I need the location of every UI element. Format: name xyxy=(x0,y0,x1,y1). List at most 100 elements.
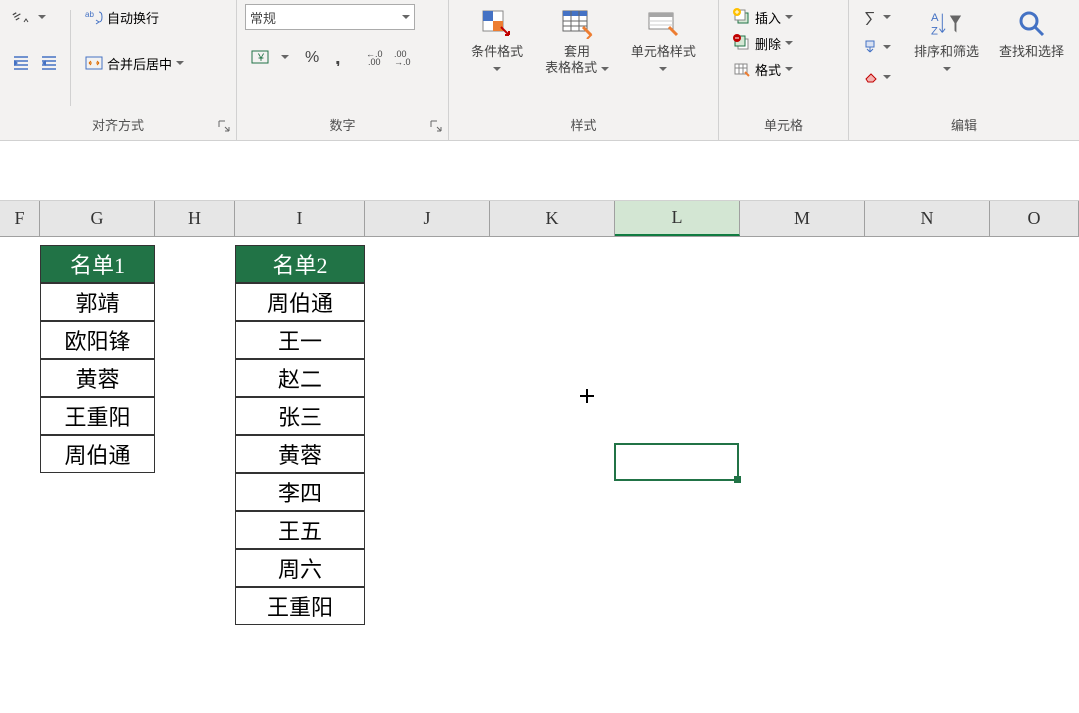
list-item[interactable]: 王重阳 xyxy=(235,587,365,625)
number-dialog-launcher[interactable] xyxy=(430,120,444,134)
svg-text:Z: Z xyxy=(931,25,938,37)
svg-text:￥: ￥ xyxy=(256,53,266,64)
eraser-icon xyxy=(863,69,879,85)
cell-styles-icon xyxy=(647,8,679,40)
insert-label: 插入 xyxy=(755,8,781,27)
find-select-label: 查找和选择 xyxy=(999,44,1064,59)
editing-group-label: 编辑 xyxy=(857,112,1071,138)
insert-icon xyxy=(733,8,751,26)
ribbon: ab 自动换行 合并后居中 对齐方式 常规 ￥ xyxy=(0,0,1079,141)
column-header-L[interactable]: L xyxy=(615,201,740,236)
orientation-dropdown[interactable] xyxy=(36,4,48,30)
column-header-I[interactable]: I xyxy=(235,201,365,236)
format-icon xyxy=(733,60,751,78)
column-header-H[interactable]: H xyxy=(155,201,235,236)
format-label: 格式 xyxy=(755,60,781,79)
spreadsheet-grid[interactable]: FGHIJKLMNO 名单1郭靖欧阳锋黄蓉王重阳周伯通名单2周伯通王一赵二张三黄… xyxy=(0,201,1079,713)
cells-group-label: 单元格 xyxy=(727,112,840,138)
list-item[interactable]: 王五 xyxy=(235,511,365,549)
svg-text:∑: ∑ xyxy=(864,10,875,25)
fill-handle[interactable] xyxy=(734,476,741,483)
list-item[interactable]: 郭靖 xyxy=(40,283,155,321)
find-select-icon xyxy=(1016,8,1048,40)
orientation-button[interactable] xyxy=(8,4,34,30)
cells-area[interactable]: 名单1郭靖欧阳锋黄蓉王重阳周伯通名单2周伯通王一赵二张三黄蓉李四王五周六王重阳 xyxy=(0,237,1079,713)
list-item[interactable]: 王重阳 xyxy=(40,397,155,435)
number-format-combo[interactable]: 常规 xyxy=(245,4,415,30)
sigma-icon: ∑ xyxy=(863,9,879,25)
svg-text:ab: ab xyxy=(85,10,94,19)
column-header-O[interactable]: O xyxy=(990,201,1079,236)
alignment-dialog-launcher[interactable] xyxy=(218,120,232,134)
fill-button[interactable] xyxy=(857,34,901,60)
ribbon-group-number: 常规 ￥ % , ←.0.00 .00→.0 xyxy=(237,0,449,140)
format-as-table-button[interactable]: 套用 表格格式 xyxy=(537,4,617,80)
list-item[interactable]: 张三 xyxy=(235,397,365,435)
list-item[interactable]: 赵二 xyxy=(235,359,365,397)
find-select-button[interactable]: 查找和选择 xyxy=(992,4,1071,64)
wrap-text-label: 自动换行 xyxy=(107,8,159,27)
delete-label: 删除 xyxy=(755,34,781,53)
conditional-format-icon xyxy=(481,8,513,40)
list-item[interactable]: 李四 xyxy=(235,473,365,511)
ribbon-group-cells: 插入 删除 格式 单元格 xyxy=(719,0,849,140)
accounting-dropdown[interactable] xyxy=(281,55,289,60)
percent-button[interactable]: % xyxy=(299,44,325,70)
merge-center-label: 合并后居中 xyxy=(107,54,172,73)
formula-bar-area xyxy=(0,141,1079,201)
ribbon-group-styles: 条件格式 套用 表格格式 单元格样式 样式 xyxy=(449,0,719,140)
insert-button[interactable]: 插入 xyxy=(727,4,799,30)
decrease-indent-button[interactable] xyxy=(8,50,34,76)
delete-button[interactable]: 删除 xyxy=(727,30,799,56)
comma-button[interactable]: , xyxy=(327,44,353,70)
column-header-N[interactable]: N xyxy=(865,201,990,236)
alignment-group-label: 对齐方式 xyxy=(8,112,228,138)
list-item[interactable]: 欧阳锋 xyxy=(40,321,155,359)
svg-text:A: A xyxy=(931,12,939,24)
cell-styles-label: 单元格样式 xyxy=(631,44,696,59)
ribbon-group-alignment: ab 自动换行 合并后居中 对齐方式 xyxy=(0,0,237,140)
increase-indent-button[interactable] xyxy=(36,50,62,76)
list-header[interactable]: 名单1 xyxy=(40,245,155,283)
list-item[interactable]: 周伯通 xyxy=(40,435,155,473)
svg-text:%: % xyxy=(305,49,319,66)
wrap-text-button[interactable]: ab 自动换行 xyxy=(79,4,190,30)
merge-center-button[interactable]: 合并后居中 xyxy=(79,50,190,76)
decrease-decimal-button[interactable]: .00→.0 xyxy=(391,44,417,70)
svg-text:,: , xyxy=(335,48,341,66)
autosum-button[interactable]: ∑ xyxy=(857,4,901,30)
column-headers-row: FGHIJKLMNO xyxy=(0,201,1079,237)
accounting-format-button[interactable]: ￥ xyxy=(245,44,279,70)
delete-icon xyxy=(733,34,751,52)
sort-filter-label: 排序和筛选 xyxy=(914,44,979,59)
list-item[interactable]: 王一 xyxy=(235,321,365,359)
styles-group-label: 样式 xyxy=(457,112,710,138)
sort-filter-button[interactable]: AZ 排序和筛选 xyxy=(907,4,986,80)
column-header-K[interactable]: K xyxy=(490,201,615,236)
number-format-value: 常规 xyxy=(250,8,276,27)
selected-cell[interactable] xyxy=(614,443,739,481)
format-as-table-icon xyxy=(561,8,593,40)
list-header[interactable]: 名单2 xyxy=(235,245,365,283)
cursor-icon xyxy=(578,387,596,405)
column-header-M[interactable]: M xyxy=(740,201,865,236)
clear-button[interactable] xyxy=(857,64,901,90)
cell-styles-button[interactable]: 单元格样式 xyxy=(623,4,704,80)
list-item[interactable]: 黄蓉 xyxy=(235,435,365,473)
number-group-label: 数字 xyxy=(245,112,440,138)
increase-decimal-button[interactable]: ←.0.00 xyxy=(363,44,389,70)
fill-down-icon xyxy=(863,39,879,55)
format-button[interactable]: 格式 xyxy=(727,56,799,82)
conditional-format-button[interactable]: 条件格式 xyxy=(463,4,531,80)
svg-text:→.0: →.0 xyxy=(394,57,411,66)
svg-text:.00: .00 xyxy=(368,57,381,66)
list-item[interactable]: 周伯通 xyxy=(235,283,365,321)
column-header-J[interactable]: J xyxy=(365,201,490,236)
column-header-F[interactable]: F xyxy=(0,201,40,236)
list-item[interactable]: 周六 xyxy=(235,549,365,587)
conditional-format-label: 条件格式 xyxy=(471,44,523,59)
format-as-table-label: 套用 表格格式 xyxy=(545,44,597,75)
column-header-G[interactable]: G xyxy=(40,201,155,236)
ribbon-group-editing: ∑ AZ 排序和筛选 xyxy=(849,0,1079,140)
list-item[interactable]: 黄蓉 xyxy=(40,359,155,397)
